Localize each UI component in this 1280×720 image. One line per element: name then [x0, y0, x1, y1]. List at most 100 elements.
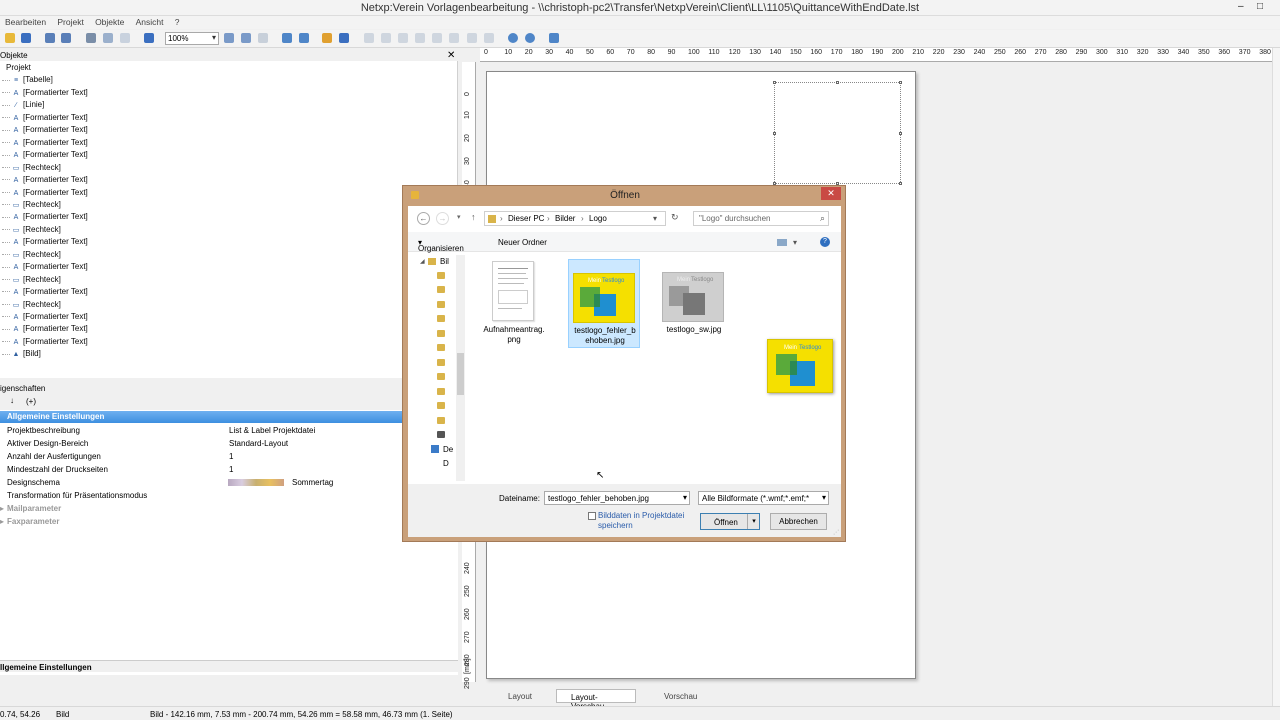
- library-icon[interactable]: [437, 431, 445, 438]
- tree-item[interactable]: A [Formatierter Text]: [2, 337, 88, 349]
- dialog-close-button[interactable]: ✕: [821, 187, 841, 200]
- filename-input[interactable]: testlogo_fehler_behoben.jpg ▾: [544, 491, 690, 505]
- expand-all-label[interactable]: (+): [26, 397, 36, 406]
- paste-icon[interactable]: [120, 33, 130, 43]
- tree-item[interactable]: ▭ [Rechteck]: [2, 225, 61, 237]
- property-row[interactable]: Anzahl der Ausfertigungen 1: [0, 450, 458, 463]
- align-center-icon[interactable]: [381, 33, 391, 43]
- open-split-chevron-icon[interactable]: ▾: [747, 514, 760, 529]
- back-icon[interactable]: ←: [417, 212, 430, 225]
- property-row[interactable]: Transformation für Präsentationsmodus: [0, 489, 458, 502]
- resize-grip-icon[interactable]: ⋰: [833, 529, 839, 536]
- organize-button[interactable]: Organisieren ▾: [418, 238, 464, 253]
- property-row[interactable]: Projektbeschreibung List & Label Projektd…: [0, 424, 458, 437]
- property-row[interactable]: Aktiver Design-Bereich Standard-Layout: [0, 437, 458, 450]
- embed-image-checkbox[interactable]: [588, 512, 596, 520]
- folder-icon[interactable]: [437, 417, 445, 424]
- sort-icon[interactable]: ↓: [10, 396, 14, 405]
- tree-item[interactable]: A [Formatierter Text]: [2, 88, 88, 100]
- open-file-icon[interactable]: [5, 33, 15, 43]
- align-middle-icon[interactable]: [432, 33, 442, 43]
- folder-icon[interactable]: [437, 286, 445, 293]
- tree-item[interactable]: ▲ [Bild]: [2, 349, 41, 361]
- folder-icon[interactable]: [437, 315, 445, 322]
- cancel-button[interactable]: Abbrechen: [770, 513, 827, 530]
- snap-icon[interactable]: [525, 33, 535, 43]
- workspace-scrollbar[interactable]: [1272, 48, 1280, 706]
- object-list-icon[interactable]: [549, 33, 559, 43]
- open-button[interactable]: Öffnen ▾: [700, 513, 760, 530]
- close-icon[interactable]: ✕: [447, 50, 455, 61]
- align-bottom-icon[interactable]: [449, 33, 459, 43]
- menu-help[interactable]: ?: [171, 16, 184, 28]
- tree-item[interactable]: ▭ [Rechteck]: [2, 163, 61, 175]
- nav-pictures[interactable]: Bil: [440, 257, 449, 266]
- view-mode-icon[interactable]: [777, 239, 787, 246]
- refresh-icon[interactable]: ↻: [671, 212, 679, 223]
- tree-item[interactable]: ▭ [Rechteck]: [2, 275, 61, 287]
- tree-item[interactable]: A [Formatierter Text]: [2, 287, 88, 299]
- tab-layout[interactable]: Layout: [494, 689, 556, 703]
- align-right-icon[interactable]: [398, 33, 408, 43]
- distribute-v-icon[interactable]: [484, 33, 494, 43]
- tree-item[interactable]: ▭ [Rechteck]: [2, 300, 61, 312]
- folder-icon[interactable]: [437, 272, 445, 279]
- properties-group-general[interactable]: Allgemeine Einstellungen: [0, 411, 458, 423]
- align-left-icon[interactable]: [364, 33, 374, 43]
- folder-icon[interactable]: [437, 359, 445, 366]
- nav-desktop[interactable]: De: [443, 445, 453, 454]
- tree-item[interactable]: A [Formatierter Text]: [2, 212, 88, 224]
- chevron-down-icon[interactable]: ▾: [821, 493, 826, 502]
- layer-icon[interactable]: [299, 33, 309, 43]
- tree-item[interactable]: Projekt: [6, 63, 31, 75]
- navigation-scrollbar[interactable]: [456, 255, 465, 481]
- menu-ansicht[interactable]: Ansicht: [132, 16, 168, 28]
- tree-item[interactable]: A [Formatierter Text]: [2, 175, 88, 187]
- breadcrumb-logo[interactable]: Logo: [589, 214, 607, 223]
- tree-item[interactable]: A [Formatierter Text]: [2, 125, 88, 137]
- embed-image-label[interactable]: Bilddaten in Projektdatei speichern: [598, 511, 684, 531]
- recent-chevron-icon[interactable]: ▾: [457, 213, 461, 221]
- tree-item[interactable]: A [Formatierter Text]: [2, 188, 88, 200]
- address-chevron-icon[interactable]: ▾: [653, 214, 657, 223]
- print-icon[interactable]: [45, 33, 55, 43]
- file-item-testlogo-fehler-behoben[interactable]: Mein Testlogo testlogo_fehler_b ehoben.jp…: [568, 259, 640, 348]
- new-folder-button[interactable]: Neuer Ordner: [498, 238, 547, 247]
- address-bar[interactable]: › Dieser PC › Bilder › Logo ▾: [484, 211, 666, 226]
- breadcrumb-this-pc[interactable]: Dieser PC: [508, 214, 544, 223]
- tree-item[interactable]: ▭ [Rechteck]: [2, 250, 61, 262]
- arrange-back-icon[interactable]: [339, 33, 349, 43]
- tree-item[interactable]: A [Formatierter Text]: [2, 113, 88, 125]
- zoom-select[interactable]: 100% ▾: [165, 32, 219, 45]
- grid-icon[interactable]: [508, 33, 518, 43]
- cut-icon[interactable]: [86, 33, 96, 43]
- up-icon[interactable]: ↑: [471, 212, 476, 222]
- folder-icon[interactable]: [437, 330, 445, 337]
- nav-documents[interactable]: D: [443, 459, 449, 468]
- refresh-icon[interactable]: [282, 33, 292, 43]
- print-preview-icon[interactable]: [61, 33, 71, 43]
- property-row[interactable]: Mindestzahl der Druckseiten 1: [0, 463, 458, 476]
- forward-icon[interactable]: →: [436, 212, 449, 225]
- tree-item[interactable]: A [Formatierter Text]: [2, 312, 88, 324]
- tree-item[interactable]: ▭ [Rechteck]: [2, 200, 61, 212]
- selected-image-object[interactable]: [773, 81, 902, 185]
- folder-icon[interactable]: [437, 301, 445, 308]
- copy-icon[interactable]: [103, 33, 113, 43]
- file-type-select[interactable]: Alle Bildformate (*.wmf;*.emf;* ▾: [698, 491, 829, 505]
- search-input[interactable]: "Logo" durchsuchen ⌕: [693, 211, 829, 226]
- chevron-down-icon[interactable]: ▾: [683, 493, 687, 502]
- minimize-icon[interactable]: –: [1238, 1, 1244, 12]
- save-icon[interactable]: [21, 33, 31, 43]
- tree-item[interactable]: A [Formatierter Text]: [2, 262, 88, 274]
- menu-objekte[interactable]: Objekte: [91, 16, 128, 28]
- zoom-in-icon[interactable]: [224, 33, 234, 43]
- tree-item[interactable]: A [Formatierter Text]: [2, 324, 88, 336]
- breadcrumb-pictures[interactable]: Bilder: [555, 214, 575, 223]
- tab-layout-preview[interactable]: Layout-Vorschau: [556, 689, 636, 711]
- view-chevron-icon[interactable]: ▾: [793, 238, 797, 247]
- menu-projekt[interactable]: Projekt: [53, 16, 87, 28]
- folder-icon[interactable]: [437, 344, 445, 351]
- tree-item[interactable]: ∕ [Linie]: [2, 100, 44, 112]
- folder-icon[interactable]: [437, 402, 445, 409]
